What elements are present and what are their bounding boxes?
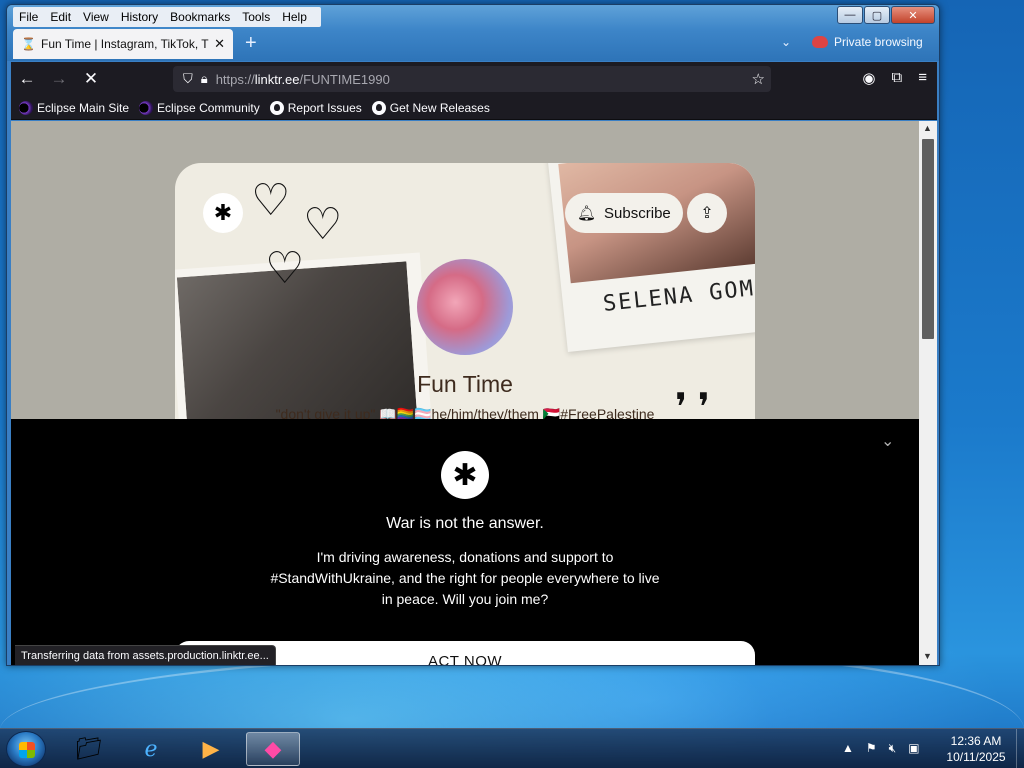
url-host: linktr.ee (254, 71, 300, 87)
menu-bar: File Edit View History Bookmarks Tools H… (13, 7, 321, 27)
page-content: SELENA GOM ♡ ♡ ♡ ✱ 🔔︎ Subscribe ⇪ Fun Ti… (11, 121, 919, 665)
menu-edit[interactable]: Edit (48, 10, 73, 24)
eclipse-icon (19, 100, 33, 115)
maximize-button[interactable]: ▢ (864, 6, 890, 24)
scroll-down-icon[interactable]: ▼ (923, 651, 932, 661)
menu-view[interactable]: View (81, 10, 111, 24)
forward-button[interactable]: → (43, 69, 75, 89)
show-desktop-button[interactable] (1016, 729, 1024, 768)
tracking-shield-icon[interactable]: ⛉ (183, 71, 193, 87)
url-path: /FUNTIME1990 (299, 71, 390, 87)
action-center-flag-icon[interactable]: ⚑ (866, 741, 877, 756)
banner-message: I'm driving awareness, donations and sup… (270, 549, 660, 607)
share-button[interactable]: ⇪ (687, 193, 727, 233)
menu-tools[interactable]: Tools (240, 10, 272, 24)
subscribe-button[interactable]: 🔔︎ Subscribe (565, 193, 683, 233)
heart-doodle-icon: ♡ (265, 243, 305, 294)
private-browsing-label: Private browsing (834, 35, 923, 49)
network-icon[interactable]: ▣ (908, 741, 919, 756)
bookmark-label: Report Issues (287, 100, 362, 115)
status-bar: Transferring data from assets.production… (15, 645, 276, 665)
internet-explorer-icon[interactable]: ℯ (124, 732, 178, 766)
bookmark-get-new-releases[interactable]: Get New Releases (371, 100, 490, 115)
url-text[interactable]: https://linktr.ee/FUNTIME1990 (216, 72, 390, 87)
private-browsing-indicator: Private browsing (812, 35, 923, 49)
polaroid-photo-right: SELENA GOM (547, 163, 755, 352)
private-mask-icon (812, 36, 828, 48)
lock-icon[interactable]: 🔒︎ (201, 71, 208, 87)
back-button[interactable]: ← (11, 69, 43, 89)
hamburger-menu-icon[interactable]: ≡ (918, 69, 927, 87)
bookmark-label: Eclipse Main Site (37, 100, 130, 115)
heart-doodle-icon: ♡ (303, 199, 343, 250)
ukraine-banner: ⌄ ✱ War is not the answer. I'm driving a… (11, 419, 919, 665)
bookmarks-toolbar: Eclipse Main Site Eclipse Community Repo… (11, 96, 937, 120)
media-player-icon[interactable]: ▶ (184, 732, 238, 766)
clock-date: 10/11/2025 (946, 750, 1006, 764)
toolbar-right: ◉ ⧉ ≡ (846, 69, 927, 87)
collapse-chevron-icon[interactable]: ⌄ (881, 431, 894, 451)
system-tray: ▲ ⚑ 🔇︎ ▣ (842, 741, 932, 756)
menu-bookmarks[interactable]: Bookmarks (168, 10, 232, 24)
close-window-button[interactable]: ✕ (891, 6, 935, 24)
profile-name: Fun Time (417, 371, 513, 397)
bookmark-star-icon[interactable]: ☆ (752, 70, 765, 88)
bookmark-label: Eclipse Community (157, 100, 260, 115)
heart-doodle-icon: ♡ (251, 175, 291, 226)
stop-button[interactable]: ✕ (75, 69, 107, 89)
bookmark-eclipse-community[interactable]: Eclipse Community (139, 100, 260, 115)
tab-close-icon[interactable]: ✕ (214, 36, 225, 52)
share-icon: ⇪ (700, 205, 714, 222)
list-all-tabs-icon[interactable]: ⌄ (781, 35, 791, 49)
avatar (417, 259, 513, 355)
taskbar: 📁︎ ℯ ▶ ◆ ▲ ⚑ 🔇︎ ▣ 12:36 AM 10/11/2025 (0, 728, 1024, 768)
url-bar[interactable]: ⛉ 🔒︎ https://linktr.ee/FUNTIME1990 ☆ (173, 66, 771, 92)
menu-history[interactable]: History (119, 10, 160, 24)
new-tab-button[interactable]: + (245, 33, 257, 53)
start-button[interactable] (6, 731, 46, 767)
bookmark-report-issues[interactable]: Report Issues (269, 100, 362, 115)
photo-caption: SELENA GOM (601, 276, 755, 317)
scrollbar-thumb[interactable] (922, 139, 934, 339)
scroll-up-icon[interactable]: ▲ (923, 123, 932, 133)
linktree-logo-button[interactable]: ✱ (203, 193, 243, 233)
account-icon[interactable]: ◉ (862, 69, 875, 87)
tab-active[interactable]: ⌛ Fun Time | Instagram, TikTok, T ✕ (13, 29, 233, 59)
bookmark-eclipse-main-site[interactable]: Eclipse Main Site (19, 100, 130, 115)
subscribe-label: Subscribe (604, 204, 671, 222)
loading-hourglass-icon: ⌛ (21, 37, 36, 51)
browser-window: File Edit View History Bookmarks Tools H… (6, 4, 940, 666)
tab-title: Fun Time | Instagram, TikTok, T (41, 37, 209, 51)
tray-expand-icon[interactable]: ▲ (842, 741, 854, 756)
firefox-private-taskbar-icon[interactable]: ◆ (246, 732, 300, 766)
github-icon (269, 100, 284, 115)
system-clock[interactable]: 12:36 AM 10/11/2025 (936, 733, 1016, 765)
clock-time: 12:36 AM (950, 734, 1002, 748)
banner-heading: War is not the answer. (386, 515, 544, 532)
bell-icon: 🔔︎ (577, 205, 597, 222)
file-explorer-icon[interactable]: 📁︎ (62, 732, 116, 766)
menu-file[interactable]: File (17, 10, 40, 24)
windows-logo-icon (19, 742, 35, 758)
github-icon (371, 100, 386, 115)
menu-help[interactable]: Help (280, 10, 309, 24)
page-scrollbar[interactable]: ▲ ▼ (919, 121, 937, 665)
bookmark-label: Get New Releases (389, 100, 490, 115)
navigation-toolbar: ← → ✕ ⛉ 🔒︎ https://linktr.ee/FUNTIME1990… (11, 62, 937, 96)
volume-muted-icon[interactable]: 🔇︎ (889, 741, 897, 756)
linktree-logo-icon: ✱ (441, 451, 489, 499)
url-scheme: https:// (215, 71, 255, 87)
minimize-button[interactable]: — (837, 6, 863, 24)
eclipse-icon (139, 100, 154, 115)
extensions-icon[interactable]: ⧉ (892, 69, 903, 87)
window-controls: — ▢ ✕ (836, 6, 935, 24)
